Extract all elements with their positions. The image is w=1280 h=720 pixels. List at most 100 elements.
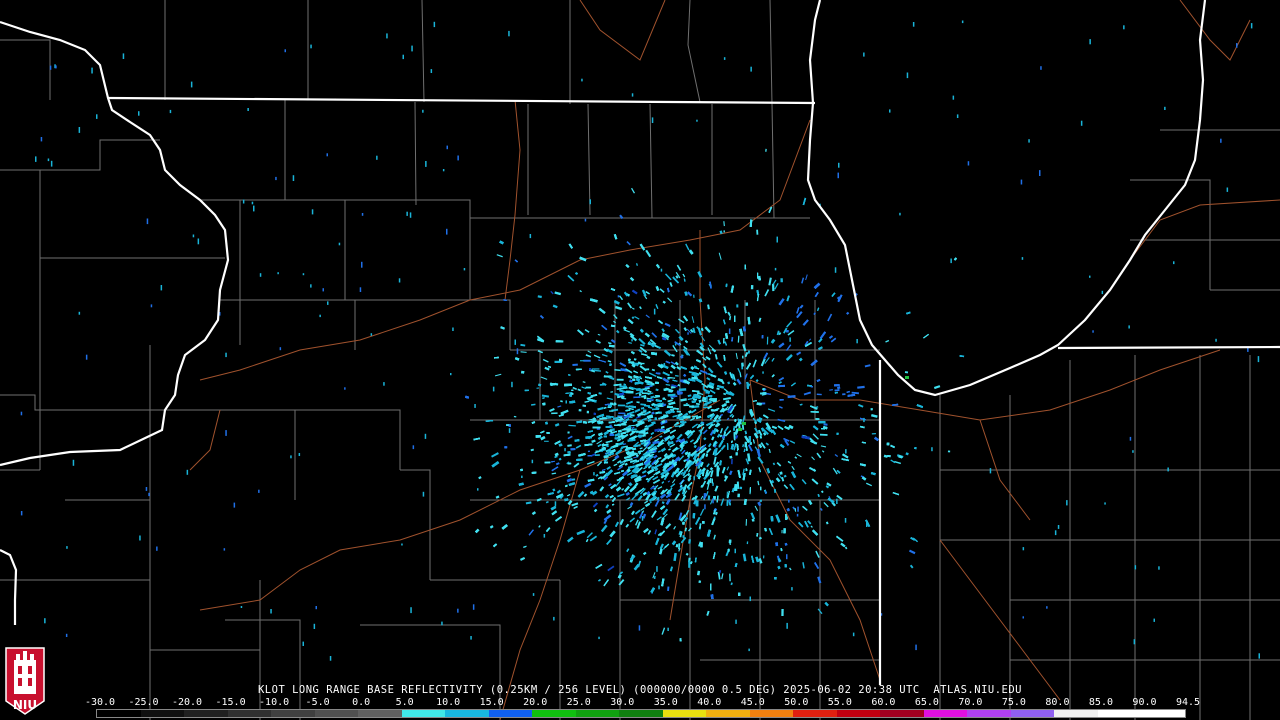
radar-echo	[742, 355, 744, 359]
radar-echo	[738, 592, 741, 596]
radar-echo	[678, 388, 687, 392]
radar-echo	[564, 383, 572, 387]
radar-echo	[728, 539, 732, 543]
radar-echo	[620, 432, 623, 435]
radar-echo	[785, 514, 787, 521]
radar-echo	[735, 452, 738, 456]
radar-echo	[886, 442, 890, 446]
radar-echo	[842, 393, 846, 396]
radar-echo	[783, 528, 786, 534]
radar-echo	[669, 371, 673, 374]
radar-echo	[551, 412, 558, 415]
radar-echo	[772, 283, 775, 292]
radar-echo	[695, 500, 699, 507]
radar-map	[0, 0, 1280, 720]
radar-echo	[587, 455, 592, 457]
radar-echo	[670, 409, 674, 411]
radar-echo	[555, 340, 564, 343]
radar-echo	[667, 586, 670, 591]
radar-echo	[778, 384, 785, 388]
radar-echo	[871, 433, 876, 435]
radar-echo	[759, 486, 762, 491]
radar-echo	[775, 542, 779, 547]
radar-echo	[623, 428, 631, 431]
radar-echo	[744, 441, 747, 448]
radar-echo	[618, 412, 626, 415]
radar-echo	[761, 335, 764, 339]
radar-echo	[619, 385, 628, 388]
radar-echo	[731, 458, 733, 465]
radar-echo	[504, 446, 508, 449]
radar-echo	[615, 443, 619, 446]
radar-echo	[904, 371, 909, 374]
radar-echo	[567, 431, 570, 434]
radar-echo	[571, 478, 576, 481]
radar-echo	[947, 450, 951, 453]
radar-echo	[546, 431, 550, 435]
radar-echo	[585, 386, 591, 389]
radar-echo	[692, 513, 696, 519]
radar-echo	[729, 573, 731, 582]
radar-echo	[638, 434, 643, 438]
radar-echo	[609, 410, 614, 412]
radar-echo	[682, 535, 685, 538]
radar-echo	[609, 433, 614, 436]
radar-echo	[586, 410, 590, 414]
radar-echo	[815, 418, 820, 420]
radar-echo	[592, 426, 601, 429]
radar-echo	[621, 423, 627, 426]
radar-echo	[688, 539, 691, 544]
radar-echo	[644, 388, 648, 392]
radar-echo	[679, 418, 684, 421]
radar-echo	[589, 368, 592, 371]
radar-echo	[689, 405, 694, 408]
radar-echo	[779, 399, 784, 401]
map-background	[0, 0, 1280, 720]
radar-echo	[614, 437, 620, 440]
radar-echo	[702, 521, 705, 524]
radar-echo	[750, 285, 754, 290]
radar-echo	[781, 608, 784, 616]
radar-echo	[781, 529, 783, 534]
radar-echo	[774, 577, 777, 580]
radar-echo	[763, 555, 765, 559]
radar-echo	[578, 409, 582, 412]
radar-echo	[521, 370, 525, 374]
radar-echo	[587, 450, 590, 453]
radar-echo	[558, 358, 563, 362]
radar-echo	[818, 420, 826, 424]
radar-echo	[870, 408, 873, 411]
radar-echo	[697, 392, 701, 395]
radar-echo	[593, 412, 596, 415]
radar-echo	[683, 404, 690, 407]
radar-echo	[544, 440, 549, 442]
radar-echo	[685, 402, 688, 405]
radar-echo	[570, 448, 576, 451]
radar-echo	[617, 423, 621, 426]
radar-echo	[535, 435, 541, 438]
radar-echo	[651, 383, 655, 386]
radar-echo	[610, 402, 614, 406]
radar-echo	[658, 428, 665, 432]
radar-echo	[745, 302, 749, 306]
radar-echo	[654, 417, 658, 420]
radar-echo	[729, 455, 733, 459]
radar-echo	[583, 359, 591, 362]
radar-echo	[592, 368, 600, 370]
radar-echo	[739, 486, 743, 490]
radar-echo	[746, 541, 749, 545]
radar-echo	[784, 564, 787, 568]
radar-echo	[688, 560, 691, 568]
radar-echo	[749, 442, 752, 445]
radar-echo	[628, 361, 635, 364]
radar-echo	[676, 416, 684, 419]
radar-echo	[580, 360, 584, 362]
radar-echo	[655, 381, 660, 385]
radar-echo	[679, 638, 682, 642]
radar-echo	[741, 362, 744, 367]
radar-echo	[834, 384, 840, 387]
radar-echo	[639, 393, 642, 396]
radar-echo	[757, 272, 759, 279]
radar-echo	[810, 411, 819, 413]
radar-echo	[744, 264, 747, 270]
